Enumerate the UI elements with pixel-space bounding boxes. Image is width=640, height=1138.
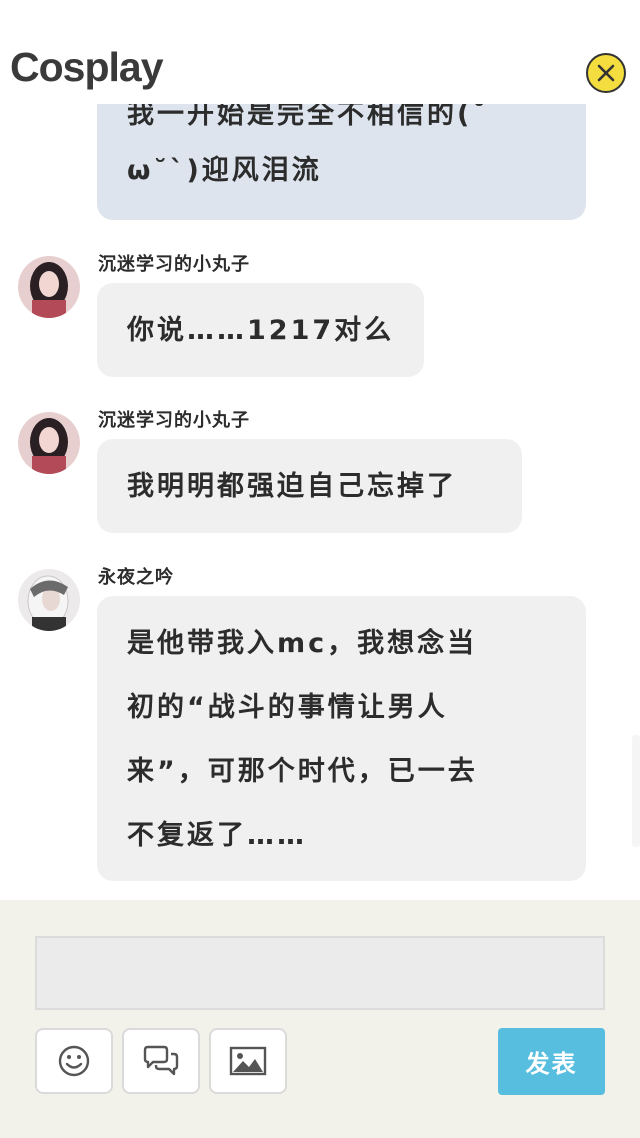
avatar[interactable] — [18, 569, 80, 631]
scrollbar[interactable] — [632, 735, 640, 847]
message-line: 不复返了…… — [127, 820, 307, 851]
message-line: 初的“战斗的事情让男人 — [127, 692, 448, 723]
message-bubble: 是他带我入mc，我想念当 初的“战斗的事情让男人 来”，可那个时代，已一去 不复… — [97, 596, 586, 881]
image-button[interactable] — [209, 1028, 287, 1094]
header: Cosplay — [0, 0, 640, 104]
composer: 发表 — [0, 900, 640, 1138]
send-button[interactable]: 发表 — [498, 1028, 605, 1095]
chat-bubbles-icon — [143, 1045, 179, 1076]
emoji-icon — [58, 1045, 90, 1077]
avatar[interactable] — [18, 412, 80, 474]
message-bubble: 你说……1217对么 — [97, 283, 424, 377]
comment-input[interactable] — [35, 936, 605, 1010]
message-bubble: 我明明都强迫自己忘掉了 — [97, 439, 522, 533]
message-bubble: 我一开始是完全不相信的(˘ ω˘`)迎风泪流 — [97, 104, 586, 220]
message-line: 你说……1217对么 — [127, 315, 395, 346]
username[interactable]: 沉迷学习的小丸子 — [98, 250, 250, 276]
message-line: 来”，可那个时代，已一去 — [127, 756, 478, 787]
message-line: 是他带我入mc，我想念当 — [127, 628, 478, 659]
message-feed[interactable]: 我一开始是完全不相信的(˘ ω˘`)迎风泪流 沉迷学习的小丸子 你说……1217… — [0, 104, 640, 900]
close-icon — [597, 64, 615, 82]
close-button[interactable] — [586, 53, 626, 93]
username[interactable]: 永夜之吟 — [98, 563, 174, 589]
message-line: ω˘`)迎风泪流 — [127, 155, 322, 186]
username[interactable]: 沉迷学习的小丸子 — [98, 406, 250, 432]
page-title: Cosplay — [10, 44, 163, 90]
message-line: 我一开始是完全不相信的(˘ — [127, 104, 489, 130]
avatar[interactable] — [18, 256, 80, 318]
chat-button[interactable] — [122, 1028, 200, 1094]
image-icon — [229, 1046, 267, 1076]
emoji-button[interactable] — [35, 1028, 113, 1094]
message-line: 我明明都强迫自己忘掉了 — [127, 471, 457, 502]
